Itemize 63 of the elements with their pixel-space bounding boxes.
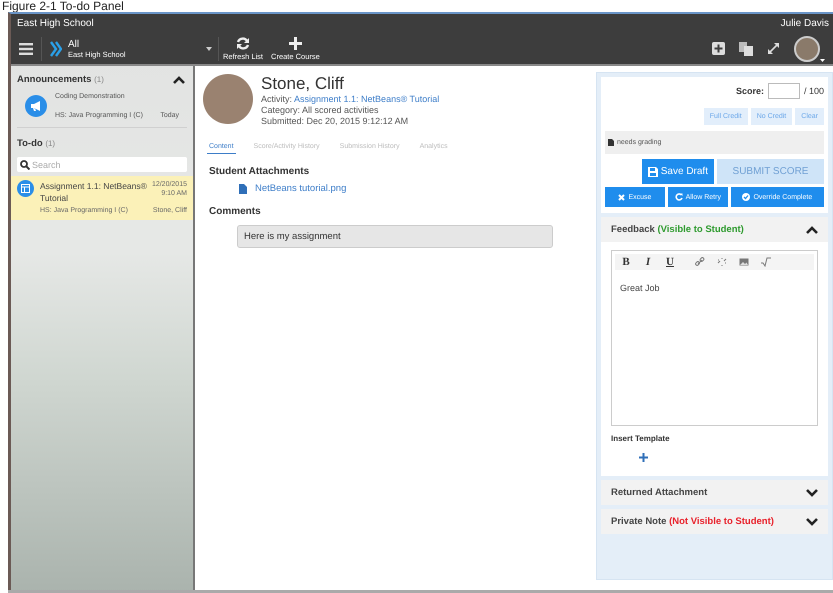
megaphone-glyph-icon [30, 101, 42, 111]
square-root-icon[interactable] [761, 257, 771, 267]
grid-icon [21, 184, 30, 193]
refresh-icon [674, 193, 683, 201]
collapse-caret-icon[interactable] [806, 226, 818, 234]
feedback-editor[interactable]: B I U Great Job [611, 250, 818, 426]
section-title: To-do (1) [17, 138, 56, 149]
score-label: Score: [736, 86, 764, 96]
dropdown-caret-icon[interactable] [206, 46, 212, 50]
collapse-caret-icon[interactable] [173, 76, 185, 84]
plus-icon [288, 36, 302, 50]
insert-template-label: Insert Template [611, 434, 671, 443]
window-title: East High School [17, 18, 94, 29]
student-photo-placeholder [203, 74, 253, 124]
save-draft-button[interactable]: Save Draft [642, 159, 714, 184]
add-box-icon[interactable] [712, 42, 725, 55]
format-button[interactable]: I [637, 256, 659, 268]
unlink-icon[interactable] [717, 257, 727, 267]
search-input[interactable]: Search [32, 160, 172, 170]
section-title: Returned Attachment [611, 487, 708, 498]
todo-title: Assignment 1.1: NetBeans® Tutorial [40, 180, 148, 204]
user-avatar[interactable] [794, 36, 820, 62]
section-heading: Student Attachments [209, 166, 310, 177]
file-icon [239, 184, 247, 194]
floppy-icon [648, 166, 658, 176]
submitted-text: Submitted: Dec 20, 2015 9:12:12 AM [261, 116, 410, 127]
category-text: Category: All scored activities [261, 105, 380, 116]
close-icon [618, 194, 626, 200]
scope-title: All [68, 38, 80, 50]
activity-link[interactable]: Assignment 1.1: NetBeans® Tutorial [294, 94, 440, 104]
expand-chevron-icon[interactable] [806, 488, 818, 496]
check-circle-icon [742, 193, 750, 201]
file-icon [608, 139, 614, 146]
score-field[interactable] [768, 83, 800, 99]
image-icon[interactable] [739, 257, 749, 267]
section-header[interactable]: Feedback (Visible to Student) [601, 217, 828, 242]
attachment-link[interactable]: NetBeans tutorial.png [255, 183, 346, 194]
dropdown-caret-icon[interactable] [820, 58, 825, 62]
section-heading: Comments [209, 206, 262, 217]
format-button[interactable]: U [659, 256, 681, 268]
section-title: Announcements (1) [17, 74, 104, 85]
copy-icon[interactable] [739, 42, 753, 56]
add-icon[interactable] [639, 453, 648, 462]
comment-text: Here is my assignment [237, 225, 553, 248]
expand-icon[interactable] [767, 42, 780, 55]
expand-chevron-icon[interactable] [806, 518, 818, 526]
format-button[interactable]: B [615, 256, 637, 268]
section-header[interactable]: Returned Attachment [601, 480, 828, 505]
double-chevron-icon [50, 40, 62, 56]
refresh-icon [236, 36, 250, 50]
search-icon [20, 160, 30, 170]
section-header[interactable]: Private Note (Not Visible to Student) [601, 509, 828, 534]
feedback-text: Great Job [619, 282, 661, 295]
score-max: / 100 [804, 86, 824, 96]
activity-line: Activity: Assignment 1.1: NetBeans® Tutorial [261, 94, 440, 105]
link-icon[interactable] [695, 257, 705, 267]
section-title: Private Note (Not Visible to Student) [611, 516, 774, 527]
user-name: Julie Davis [780, 18, 829, 29]
section-title: Feedback (Visible to Student) [611, 224, 744, 235]
student-name: Stone, Cliff [261, 74, 345, 94]
menu-icon[interactable] [19, 42, 33, 54]
search-bar[interactable]: Search [17, 157, 187, 172]
figure-caption: Figure 2-1 To-do Panel [1, 0, 125, 12]
